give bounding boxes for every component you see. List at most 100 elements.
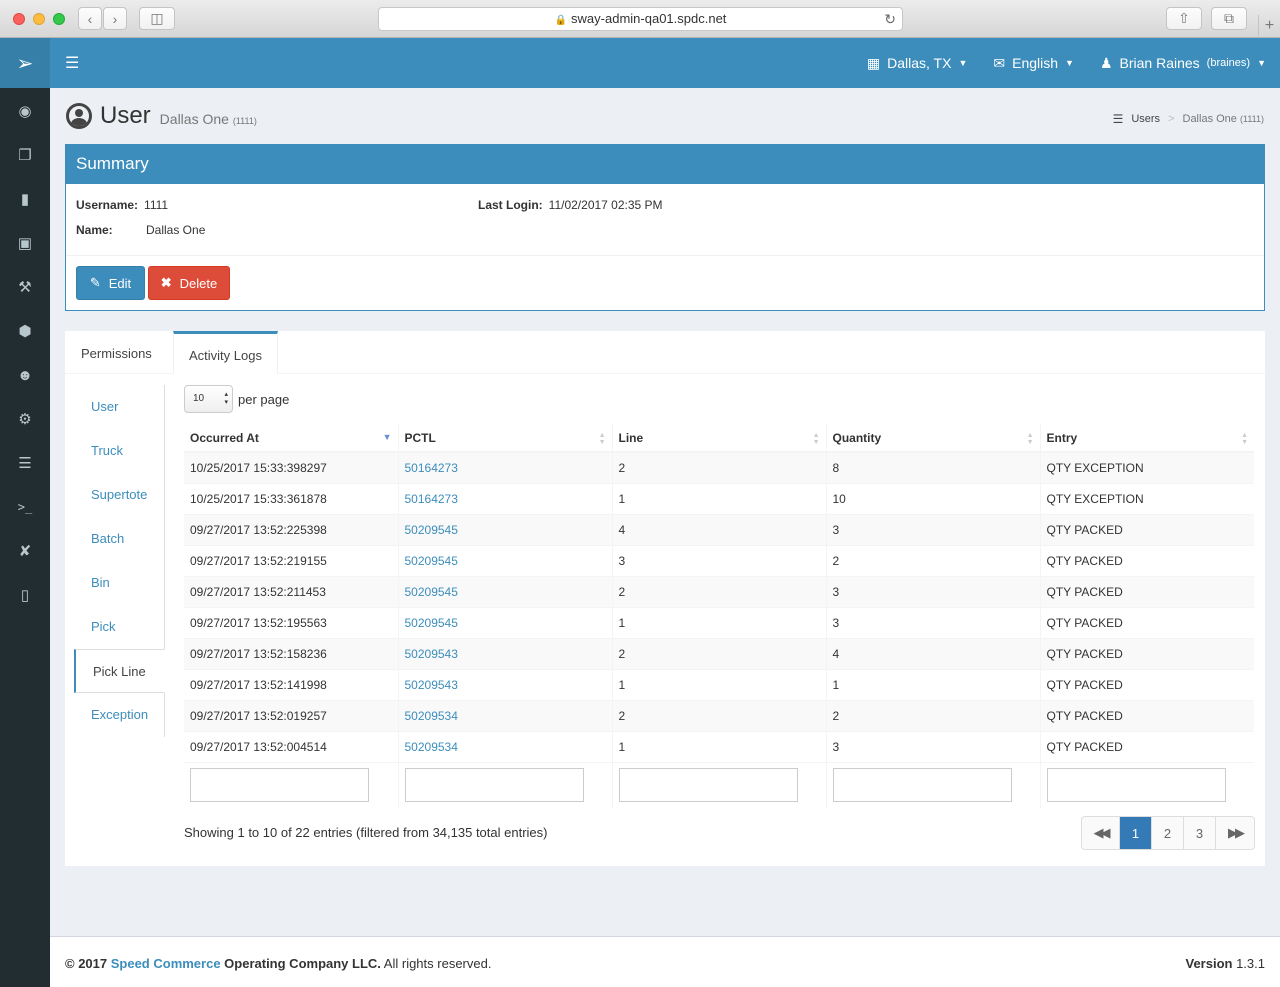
new-tab-button[interactable]: + [1258, 15, 1280, 38]
table-cell: 4 [825, 637, 1040, 669]
delete-label: Delete [179, 275, 218, 291]
user-circle-icon [66, 103, 92, 129]
column-label: Entry [1046, 430, 1078, 445]
minimize-window-button[interactable] [33, 13, 45, 25]
sort-icon: ▲ ▼ [1026, 432, 1034, 446]
brand-link[interactable]: Speed Commerce [111, 956, 221, 971]
breadcrumb-current: Dallas One (1111) [1183, 113, 1265, 125]
vnav-item-exception[interactable]: Exception [74, 693, 165, 737]
pctl-link[interactable]: 50209545 [405, 616, 458, 630]
sidebar-item-list[interactable]: ☰ [0, 441, 50, 485]
filter-entry-input[interactable] [1046, 768, 1226, 803]
per-page-select[interactable]: 10 [184, 385, 233, 413]
sidebar-item-settings[interactable]: ⚙ [0, 397, 50, 441]
vnav-item-user[interactable]: User [74, 385, 165, 429]
pctl-link[interactable]: 50209545 [405, 523, 458, 537]
tabs-icon: ⧉ [1224, 10, 1234, 26]
sidebar-item-mobile[interactable]: ▯ [0, 573, 50, 617]
pctl-link[interactable]: 50209543 [405, 647, 458, 661]
vnav-item-batch[interactable]: Batch [74, 517, 165, 561]
table-cell: QTY PACKED [1039, 606, 1254, 638]
table-row: 09/27/2017 13:52:225398 50209545 4 3 QTY PAC… [184, 513, 1254, 545]
last-login-value: 11/02/2017 02:35 PM [548, 198, 663, 212]
pctl-link[interactable]: 50209534 [405, 709, 458, 723]
column-header-occurred-at[interactable]: Occurred At ▼ [184, 424, 398, 453]
back-button[interactable]: ‹ [78, 7, 102, 30]
share-button[interactable]: ⇧ [1166, 7, 1202, 30]
pctl-link[interactable]: 50164273 [405, 492, 458, 506]
per-page-control: 10 per page [184, 385, 289, 413]
location-dropdown[interactable]: ▦ Dallas, TX ▼ [867, 55, 967, 72]
vnav-item-pick[interactable]: Pick [74, 605, 165, 649]
delete-button[interactable]: ✖ Delete [148, 266, 230, 300]
chevron-left-icon: ‹ [87, 10, 93, 27]
last-page-button[interactable]: ▶▶ [1216, 817, 1254, 849]
activity-logs-table: Occurred At ▼ PCTL ▲ ▼ Line ▲ ▼ Quantity ▲ ▼ En… [184, 424, 1254, 808]
table-cell: QTY PACKED [1039, 575, 1254, 607]
page-header: User Dallas One (1111) [66, 102, 257, 130]
user-menu-dropdown[interactable]: ♟ Brian Raines (braines) ▼ [1100, 55, 1266, 72]
vnav-item-pick-line[interactable]: Pick Line [74, 649, 165, 693]
forward-button[interactable]: › [103, 7, 127, 30]
filter-occurred-at-input[interactable] [190, 768, 369, 803]
reload-icon[interactable]: ↻ [884, 8, 896, 30]
maximize-window-button[interactable] [53, 13, 65, 25]
sidebar-item-dashboard[interactable]: ◉ [0, 89, 50, 133]
user-handle: (braines) [1206, 57, 1251, 69]
sidebar-item-cube[interactable]: ⬢ [0, 309, 50, 353]
sidebar-item-copy[interactable]: ❐ [0, 133, 50, 177]
sort-desc-icon: ▼ [382, 432, 392, 442]
tab-activity-logs[interactable]: Activity Logs [173, 331, 278, 374]
sidebar-toggle-button[interactable]: ◫ [139, 7, 175, 30]
sidebar-item-users[interactable]: ☻ [0, 353, 50, 397]
user-name: Brian Raines [1119, 55, 1200, 71]
vnav-item-bin[interactable]: Bin [74, 561, 165, 605]
pctl-link[interactable]: 50164273 [405, 461, 458, 475]
filter-quantity-input[interactable] [832, 768, 1012, 803]
column-header-entry[interactable]: Entry ▲ ▼ [1039, 424, 1254, 453]
hamburger-menu-icon[interactable]: ☰ [65, 53, 79, 73]
sidebar-item-medkit[interactable]: ▣ [0, 221, 50, 265]
pctl-link[interactable]: 50209534 [405, 740, 458, 754]
filter-cell [611, 761, 826, 808]
language-dropdown[interactable]: ✉ English ▼ [993, 55, 1074, 72]
pctl-link[interactable]: 50209543 [405, 678, 458, 692]
table-cell: QTY EXCEPTION [1039, 482, 1254, 514]
column-header-pctl[interactable]: PCTL ▲ ▼ [397, 424, 612, 453]
app-logo[interactable]: ➢ [0, 38, 50, 88]
main-sidebar: ➢ ◉ ❐ ▮ ▣ ⚒ ⬢ ☻ ⚙ ☰ >_ ✘ ▯ [0, 38, 50, 987]
tabs-overview-button[interactable]: ⧉ [1211, 7, 1247, 30]
filter-line-input[interactable] [618, 768, 798, 803]
column-header-quantity[interactable]: Quantity ▲ ▼ [825, 424, 1040, 453]
edit-button[interactable]: ✎ Edit [76, 266, 145, 300]
caret-down-icon: ▼ [958, 58, 968, 68]
table-cell: QTY PACKED [1039, 730, 1254, 762]
table-cell: 09/27/2017 13:52:219155 [184, 544, 398, 576]
table-cell: 10/25/2017 15:33:398297 [184, 451, 398, 483]
pctl-link[interactable]: 50209545 [405, 554, 458, 568]
sidebar-item-wrench[interactable]: ✘ [0, 529, 50, 573]
address-bar[interactable]: 🔒 sway-admin-qa01.spdc.net ↻ [378, 7, 903, 31]
table-cell: 09/27/2017 13:52:211453 [184, 575, 398, 607]
page-1-button[interactable]: 1 [1120, 817, 1152, 849]
user-circle-icon: ☻ [17, 366, 33, 384]
tab-permissions[interactable]: Permissions [81, 331, 152, 374]
company-name: Operating Company LLC. [220, 956, 381, 971]
filter-pctl-input[interactable] [404, 768, 584, 803]
page-2-button[interactable]: 2 [1152, 817, 1184, 849]
sidebar-item-terminal[interactable]: >_ [0, 485, 50, 529]
table-cell: QTY PACKED [1039, 544, 1254, 576]
vnav-item-supertote[interactable]: Supertote [74, 473, 165, 517]
table-cell: 50209545 [397, 575, 612, 607]
column-header-line[interactable]: Line ▲ ▼ [611, 424, 826, 453]
lock-icon: 🔒 [554, 15, 568, 26]
sidebar-item-file[interactable]: ▮ [0, 177, 50, 221]
breadcrumb-users-link[interactable]: Users [1131, 113, 1160, 125]
first-page-button[interactable]: ◀◀ [1082, 817, 1120, 849]
vnav-item-truck[interactable]: Truck [74, 429, 165, 473]
filter-cell [397, 761, 612, 808]
page-3-button[interactable]: 3 [1184, 817, 1216, 849]
close-window-button[interactable] [13, 13, 25, 25]
sidebar-item-tools[interactable]: ⚒ [0, 265, 50, 309]
pctl-link[interactable]: 50209545 [405, 585, 458, 599]
